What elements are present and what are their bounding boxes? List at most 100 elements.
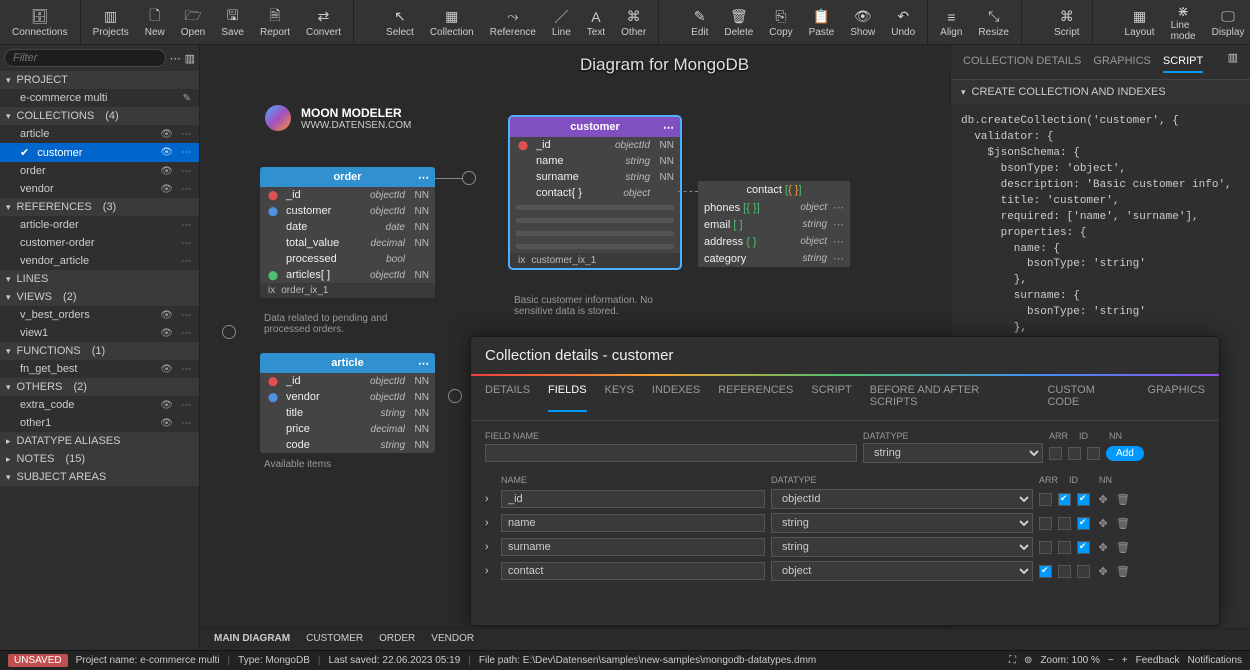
more-icon[interactable]: ⋯ xyxy=(179,400,193,411)
field-type-select[interactable]: objectId xyxy=(771,489,1033,509)
more-icon[interactable]: ⋯ xyxy=(179,418,193,429)
entity-field-row[interactable]: codestringNN xyxy=(260,437,435,453)
field-type-select[interactable]: string xyxy=(771,513,1033,533)
edit-button[interactable]: ✎Edit xyxy=(683,0,716,44)
id-checkbox[interactable] xyxy=(1058,565,1071,578)
tree-subject-areas[interactable]: SUBJECT AREAS xyxy=(0,468,199,486)
eye-icon[interactable]: 👁 xyxy=(158,328,175,339)
delete-icon[interactable]: 🗑 xyxy=(1116,565,1130,578)
sub-field-row[interactable]: email [ ]string⋯ xyxy=(698,216,850,233)
expand-icon[interactable]: › xyxy=(485,517,495,529)
copy-button[interactable]: ⎘Copy xyxy=(761,0,800,44)
feedback-link[interactable]: Feedback xyxy=(1136,655,1180,666)
delete-button[interactable]: 🗑Delete xyxy=(716,0,761,44)
nn-checkbox[interactable] xyxy=(1077,541,1090,554)
tree-item-view1[interactable]: view1👁⋯ xyxy=(0,324,199,342)
tree-item-fn[interactable]: fn_get_best👁⋯ xyxy=(0,360,199,378)
notifications-link[interactable]: Notifications xyxy=(1188,655,1242,666)
nn-checkbox[interactable] xyxy=(1087,447,1100,460)
tree-item-customer-order[interactable]: customer-order⋯ xyxy=(0,234,199,252)
rp-tab-script[interactable]: SCRIPT xyxy=(1163,51,1203,73)
tree-item-customer[interactable]: customer👁⋯ xyxy=(0,143,199,162)
rp-tab-graphics[interactable]: GRAPHICS xyxy=(1093,51,1150,73)
entity-field-row[interactable]: ⬤vendorobjectIdNN xyxy=(260,389,435,405)
tree-item-order[interactable]: order👁⋯ xyxy=(0,162,199,180)
tree-item-article-order[interactable]: article-order⋯ xyxy=(0,216,199,234)
eye-icon[interactable]: 👁 xyxy=(158,400,175,411)
id-checkbox[interactable] xyxy=(1068,447,1081,460)
tree-collections[interactable]: COLLECTIONS (4) xyxy=(0,107,199,125)
entity-menu-icon[interactable]: ⋯ xyxy=(418,357,429,370)
report-button[interactable]: 🗎Report xyxy=(252,0,298,44)
projects-button[interactable]: ▥Projects xyxy=(85,0,137,44)
sub-field-row[interactable]: phones [{ }]object⋯ xyxy=(698,199,850,216)
field-name-input[interactable] xyxy=(485,444,857,462)
entity-field-row[interactable]: ⬤_idobjectIdNN xyxy=(260,373,435,389)
eye-icon[interactable]: 👁 xyxy=(158,166,175,177)
field-type-select[interactable]: string xyxy=(771,537,1033,557)
expand-icon[interactable]: › xyxy=(485,541,495,553)
arr-checkbox[interactable] xyxy=(1039,565,1052,578)
more-icon[interactable]: ⋯ xyxy=(179,129,193,140)
tree-item-vendor[interactable]: vendor👁⋯ xyxy=(0,180,199,198)
show-button[interactable]: 👁Show xyxy=(842,0,883,44)
arr-checkbox[interactable] xyxy=(1039,517,1052,530)
eye-icon[interactable]: 👁 xyxy=(158,364,175,375)
entity-field-row[interactable]: surnamestringNN xyxy=(510,169,680,185)
arr-checkbox[interactable] xyxy=(1039,493,1052,506)
paste-button[interactable]: 📋Paste xyxy=(801,0,843,44)
edit-pencil-icon[interactable]: ✎ xyxy=(181,93,193,104)
sub-field-row[interactable]: address { }object⋯ xyxy=(698,233,850,250)
project-name-item[interactable]: e-commerce multi✎ xyxy=(0,89,199,107)
eye-icon[interactable]: 👁 xyxy=(158,184,175,195)
delete-icon[interactable]: 🗑 xyxy=(1116,517,1130,530)
bottom-tab-order[interactable]: ORDER xyxy=(379,633,415,650)
more-icon[interactable]: ⋯ xyxy=(179,184,193,195)
dp-tab-references[interactable]: REFERENCES xyxy=(718,384,793,412)
more-icon[interactable]: ⋯ xyxy=(179,238,193,249)
tree-functions[interactable]: FUNCTIONS (1) xyxy=(0,342,199,360)
dp-tab-before-and-after-scripts[interactable]: BEFORE AND AFTER SCRIPTS xyxy=(870,384,1030,412)
convert-button[interactable]: ⇄Convert xyxy=(298,0,349,44)
tree-lines[interactable]: LINES xyxy=(0,270,199,288)
nn-checkbox[interactable] xyxy=(1077,493,1090,506)
nn-checkbox[interactable] xyxy=(1077,565,1090,578)
entity-field-row[interactable]: processedbool xyxy=(260,251,435,267)
filter-menu-icon[interactable]: ⋯ xyxy=(170,52,181,65)
delete-icon[interactable]: 🗑 xyxy=(1116,493,1130,506)
script-button[interactable]: ⌘Script xyxy=(1046,0,1088,44)
entity-field-row[interactable]: titlestringNN xyxy=(260,405,435,421)
id-checkbox[interactable] xyxy=(1058,517,1071,530)
line-button[interactable]: ／Line xyxy=(544,0,579,44)
id-checkbox[interactable] xyxy=(1058,493,1071,506)
entity-field-row[interactable]: pricedecimalNN xyxy=(260,421,435,437)
more-icon[interactable]: ⋯ xyxy=(179,328,193,339)
text-button[interactable]: AText xyxy=(579,0,613,44)
rp-tab-details[interactable]: COLLECTION DETAILS xyxy=(963,51,1081,73)
panel-toggle-icon[interactable]: ▥ xyxy=(1228,51,1238,73)
zoom-in-icon[interactable]: + xyxy=(1122,655,1128,666)
tree-project[interactable]: PROJECT xyxy=(0,71,199,89)
more-icon[interactable]: ⋯ xyxy=(833,235,844,248)
display-button[interactable]: 🖵Display xyxy=(1204,0,1250,44)
dp-tab-indexes[interactable]: INDEXES xyxy=(652,384,700,412)
add-button[interactable]: Add xyxy=(1106,446,1144,461)
entity-field-row[interactable]: ⬤_idobjectIdNN xyxy=(260,187,435,203)
field-type-select[interactable]: object xyxy=(771,561,1033,581)
zoom-out-icon[interactable]: − xyxy=(1108,655,1114,666)
new-button[interactable]: 🗋New xyxy=(137,0,173,44)
entity-field-row[interactable]: ⬤customerobjectIdNN xyxy=(260,203,435,219)
sub-field-row[interactable]: category string⋯ xyxy=(698,250,850,267)
field-name-input[interactable] xyxy=(501,490,765,508)
connections-button[interactable]: 🗄Connections xyxy=(4,0,76,44)
more-icon[interactable]: ⋯ xyxy=(833,252,844,265)
more-icon[interactable]: ⋯ xyxy=(179,220,193,231)
delete-icon[interactable]: 🗑 xyxy=(1116,541,1130,554)
dp-tab-graphics[interactable]: GRAPHICS xyxy=(1148,384,1205,412)
tree-item-other1[interactable]: other1👁⋯ xyxy=(0,414,199,432)
entity-field-row[interactable]: namestringNN xyxy=(510,153,680,169)
more-icon[interactable]: ⋯ xyxy=(179,310,193,321)
bottom-tab-vendor[interactable]: VENDOR xyxy=(431,633,474,650)
zoom-reset-icon[interactable]: ⊚ xyxy=(1024,655,1032,666)
entity-menu-icon[interactable]: ⋯ xyxy=(663,121,674,134)
